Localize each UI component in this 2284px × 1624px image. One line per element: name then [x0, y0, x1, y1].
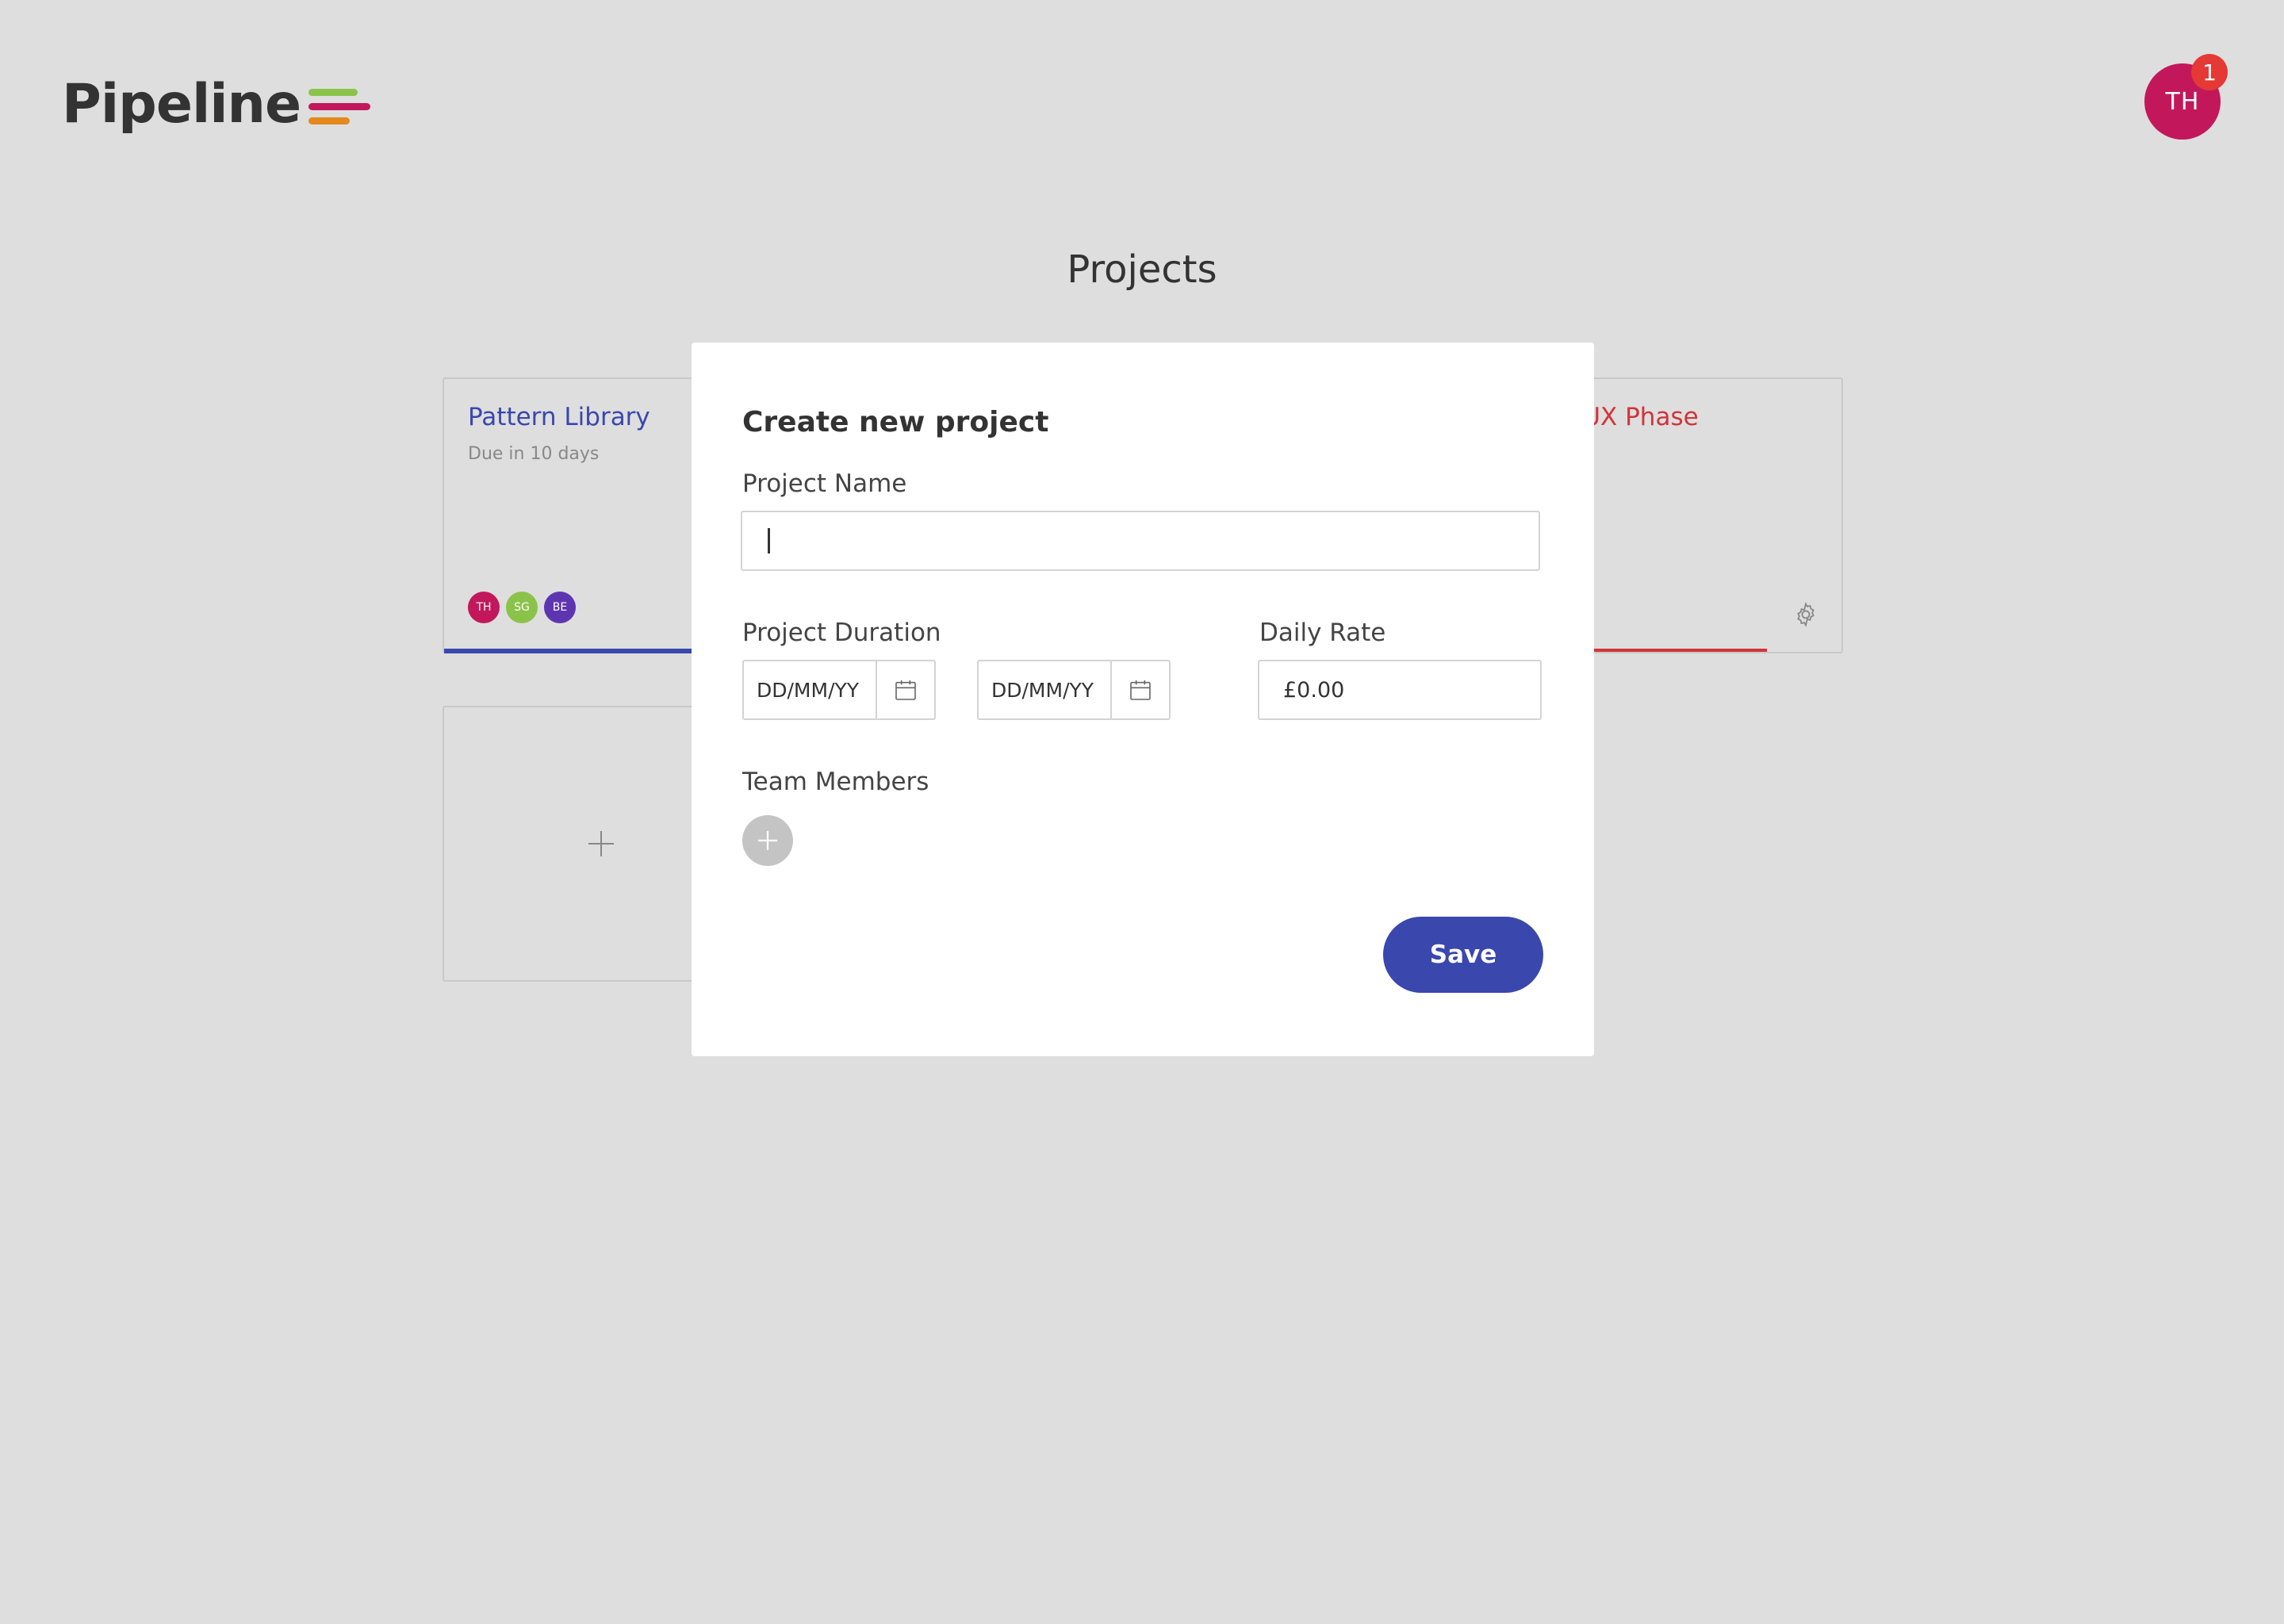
project-name-input[interactable] — [741, 511, 1540, 571]
project-card-ux-phase[interactable]: ght UX Phase — [1554, 377, 1843, 653]
plus-icon — [588, 831, 614, 856]
text-caret — [768, 528, 770, 553]
add-team-member-button[interactable] — [742, 815, 793, 866]
start-date-input[interactable]: DD/MM/YY — [744, 661, 877, 718]
create-project-modal: Create new project Project Name Project … — [692, 343, 1594, 1056]
calendar-icon — [895, 680, 916, 700]
avatar: SG — [506, 592, 538, 623]
gear-icon[interactable] — [1792, 601, 1819, 628]
logo-text: Pipeline — [62, 73, 301, 136]
end-date-field[interactable]: DD/MM/YY — [977, 660, 1171, 720]
logo-mark-icon — [308, 89, 371, 124]
plus-icon — [758, 831, 777, 850]
save-button[interactable]: Save — [1383, 917, 1543, 993]
avatar: BE — [544, 592, 576, 623]
daily-rate-input[interactable]: £0.00 — [1258, 660, 1542, 720]
daily-rate-label: Daily Rate — [1259, 619, 1386, 647]
user-initials: TH — [2165, 87, 2200, 116]
project-card-due: Due in 10 days — [468, 444, 600, 464]
project-name-label: Project Name — [742, 469, 907, 498]
start-date-picker-button[interactable] — [877, 661, 934, 718]
end-date-input[interactable]: DD/MM/YY — [979, 661, 1112, 718]
notification-badge[interactable]: 1 — [2191, 54, 2228, 90]
modal-title: Create new project — [742, 406, 1049, 439]
app-logo[interactable]: Pipeline — [62, 73, 371, 136]
end-date-picker-button[interactable] — [1112, 661, 1169, 718]
page-title: Projects — [1067, 247, 1217, 292]
project-card-title[interactable]: Pattern Library — [468, 403, 650, 431]
project-team-avatars: TH SG BE — [468, 592, 576, 623]
start-date-field[interactable]: DD/MM/YY — [742, 660, 936, 720]
avatar: TH — [468, 592, 500, 623]
team-members-label: Team Members — [742, 768, 929, 796]
calendar-icon — [1130, 680, 1151, 700]
project-duration-label: Project Duration — [742, 619, 941, 647]
